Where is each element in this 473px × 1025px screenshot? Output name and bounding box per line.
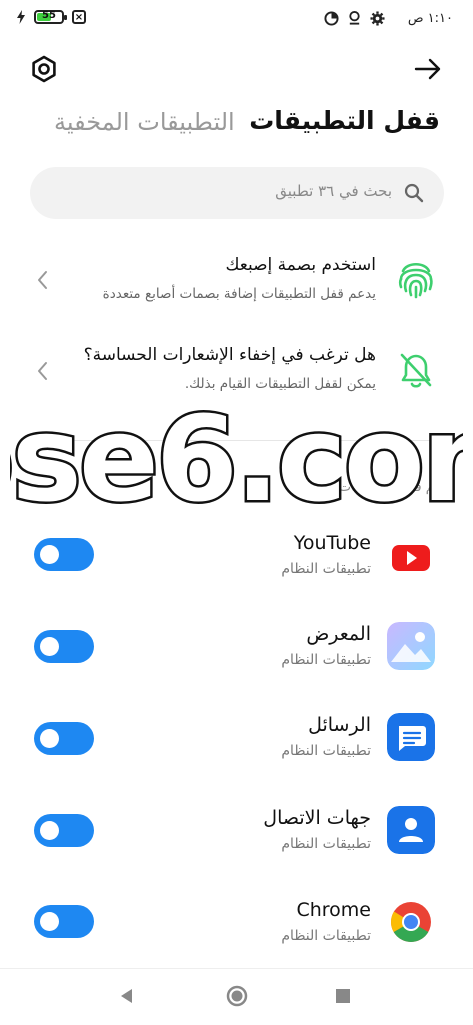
contacts-icon xyxy=(387,806,435,854)
search-icon xyxy=(404,183,424,203)
lock-toggle-messages[interactable] xyxy=(34,722,94,755)
app-row-gallery: المعرض تطبيقات النظام xyxy=(0,614,473,684)
lock-toggle-gallery[interactable] xyxy=(34,630,94,663)
battery-icon: 55 xyxy=(34,10,67,24)
app-name: YouTube xyxy=(293,532,371,554)
lock-toggle-chrome[interactable] xyxy=(34,905,94,938)
chevron-left-icon xyxy=(38,271,47,289)
toggle-knob xyxy=(40,729,59,748)
status-time: ١:١٠ ص xyxy=(407,11,453,26)
tab-hidden-apps[interactable]: التطبيقات المخفية xyxy=(54,108,235,136)
fingerprint-card[interactable]: استخدم بصمة إصبعك يدعم قفل التطبيقات إضا… xyxy=(24,240,449,320)
app-subtitle: تطبيقات النظام xyxy=(281,836,371,852)
settings-icon[interactable] xyxy=(30,55,58,83)
card-title-hide-notifications: هل ترغب في إخفاء الإشعارات الحساسة؟ xyxy=(83,345,376,365)
status-right-icons xyxy=(324,10,385,26)
charging-bolt-icon xyxy=(17,10,25,24)
gallery-icon xyxy=(387,622,435,670)
search-placeholder: بحث في ٣٦ تطبيق xyxy=(275,182,392,200)
toggle-knob xyxy=(40,821,59,840)
watermark-text: bse6.com xyxy=(10,390,463,528)
back-triangle-icon[interactable] xyxy=(118,987,136,1005)
no-sim-icon: × xyxy=(72,10,86,24)
lock-toggle-youtube[interactable] xyxy=(34,538,94,571)
app-subtitle: تطبيقات النظام xyxy=(281,652,371,668)
app-subtitle: تطبيقات النظام xyxy=(281,743,371,759)
navigation-bar xyxy=(0,968,473,1025)
app-row-messages: الرسائل تطبيقات النظام xyxy=(0,705,473,775)
location-pin-icon xyxy=(349,10,360,25)
status-left-icons: 55 × xyxy=(16,10,86,24)
back-arrow-icon[interactable] xyxy=(413,55,443,83)
recents-square-icon[interactable] xyxy=(335,988,351,1004)
app-name: الرسائل xyxy=(308,714,371,736)
lock-toggle-contacts[interactable] xyxy=(34,814,94,847)
chrome-icon xyxy=(391,902,431,942)
toggle-knob xyxy=(40,912,59,931)
fingerprint-icon xyxy=(398,262,433,299)
watermark: bse6.com xyxy=(10,388,463,531)
app-row-contacts: جهات الاتصال تطبيقات النظام xyxy=(0,798,473,868)
app-subtitle: تطبيقات النظام xyxy=(281,928,371,944)
app-name: Chrome xyxy=(296,899,371,921)
settings-gear-small-icon xyxy=(370,10,385,26)
app-subtitle: تطبيقات النظام xyxy=(281,561,371,577)
messages-icon xyxy=(387,713,435,761)
search-bar[interactable]: بحث في ٣٦ تطبيق xyxy=(30,167,444,219)
app-name: المعرض xyxy=(306,623,371,645)
battery-level: 55 xyxy=(42,10,56,21)
tab-app-lock[interactable]: قفل التطبيقات xyxy=(249,106,440,135)
home-circle-icon[interactable] xyxy=(225,984,249,1008)
youtube-icon xyxy=(392,545,430,571)
status-bar: 55 × ١:١٠ ص xyxy=(0,0,473,40)
data-saver-icon xyxy=(324,10,339,26)
app-row-chrome: Chrome تطبيقات النظام xyxy=(0,890,473,960)
card-desc-fingerprint: يدعم قفل التطبيقات إضافة بصمات أصابع متع… xyxy=(102,286,376,302)
card-title-fingerprint: استخدم بصمة إصبعك xyxy=(225,255,376,275)
toggle-knob xyxy=(40,545,59,564)
app-name: جهات الاتصال xyxy=(263,807,371,829)
toggle-knob xyxy=(40,637,59,656)
